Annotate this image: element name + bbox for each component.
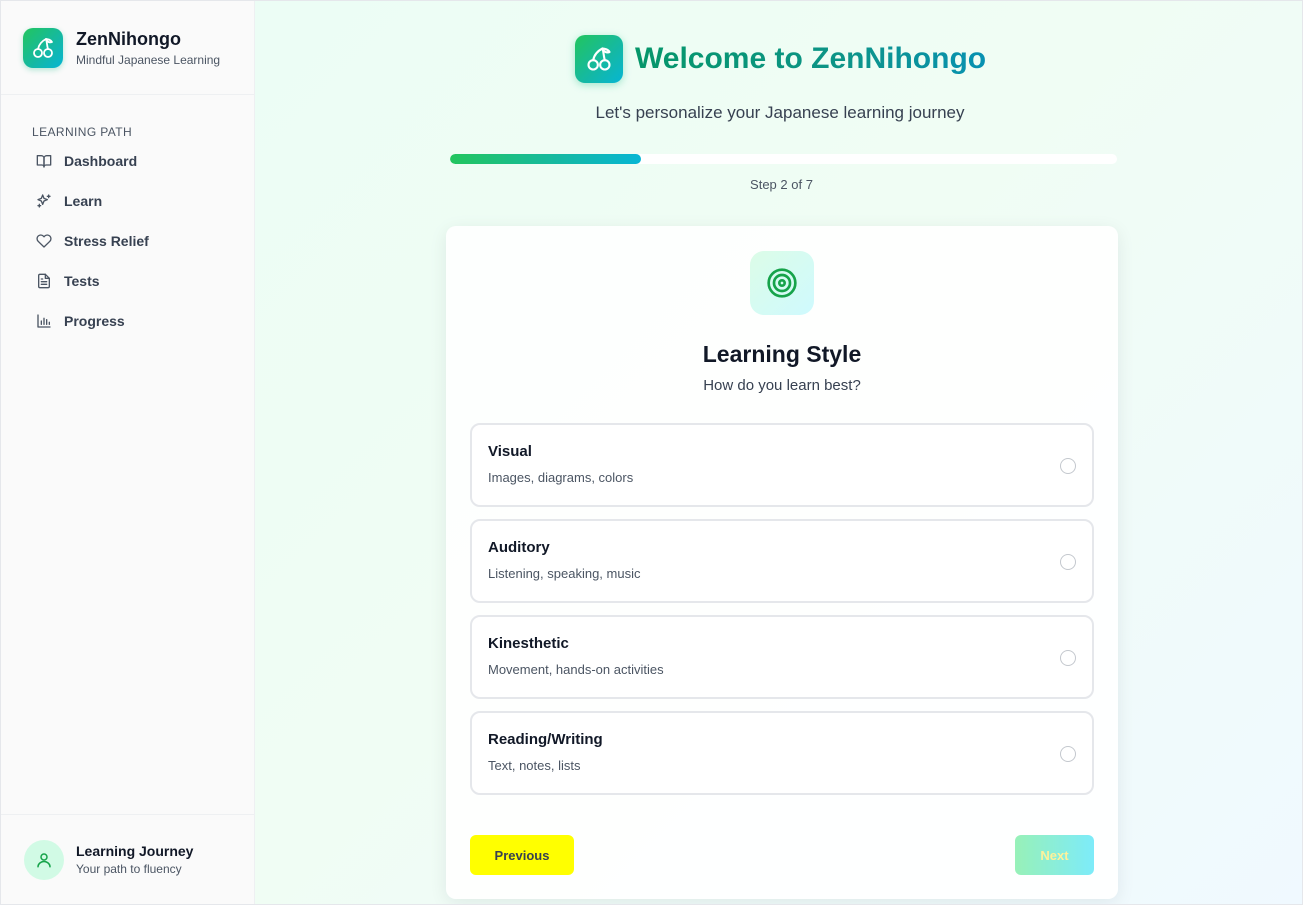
- sidebar-item-tests[interactable]: Tests: [1, 261, 254, 301]
- sidebar-nav: Dashboard Learn Stress Relief Tests Prog…: [1, 141, 254, 341]
- option-visual[interactable]: Visual Images, diagrams, colors: [470, 423, 1094, 507]
- sidebar-item-label: Dashboard: [64, 153, 138, 169]
- target-icon: [750, 251, 814, 315]
- page-title: Welcome to ZenNihongo: [635, 42, 987, 75]
- question-card: Learning Style How do you learn best? Vi…: [446, 226, 1118, 899]
- question-text: How do you learn best?: [703, 377, 861, 394]
- sidebar-item-label: Learn: [64, 193, 103, 209]
- main-content: Welcome to ZenNihongo Let's personalize …: [255, 1, 1302, 904]
- radio-button[interactable]: [1060, 554, 1076, 570]
- heart-icon: [36, 233, 52, 249]
- app-window: ZenNihongo Mindful Japanese Learning LEA…: [0, 0, 1303, 905]
- option-title: Auditory: [488, 539, 550, 556]
- file-text-icon: [36, 273, 52, 289]
- options-list: Visual Images, diagrams, colors Auditory…: [470, 423, 1094, 807]
- option-kinesthetic[interactable]: Kinesthetic Movement, hands-on activitie…: [470, 615, 1094, 699]
- option-title: Visual: [488, 443, 532, 460]
- radio-button[interactable]: [1060, 458, 1076, 474]
- brand-header: ZenNihongo Mindful Japanese Learning: [1, 1, 254, 95]
- sidebar: ZenNihongo Mindful Japanese Learning LEA…: [1, 1, 255, 904]
- previous-button[interactable]: Previous: [470, 835, 574, 875]
- option-description: Listening, speaking, music: [488, 566, 641, 581]
- sparkles-icon: [36, 193, 52, 209]
- book-open-icon: [36, 153, 52, 169]
- option-description: Images, diagrams, colors: [488, 470, 634, 485]
- section-label: LEARNING PATH: [32, 125, 133, 139]
- sidebar-item-progress[interactable]: Progress: [1, 301, 254, 341]
- welcome-header: Welcome to ZenNihongo: [575, 35, 986, 83]
- user-icon: [24, 839, 64, 880]
- option-description: Text, notes, lists: [488, 758, 581, 773]
- question-title: Learning Style: [702, 341, 862, 367]
- footer-subtitle: Your path to fluency: [76, 862, 182, 876]
- brand-subtitle: Mindful Japanese Learning: [76, 53, 221, 67]
- option-auditory[interactable]: Auditory Listening, speaking, music: [470, 519, 1094, 603]
- option-reading-writing[interactable]: Reading/Writing Text, notes, lists: [470, 711, 1094, 795]
- option-title: Kinesthetic: [488, 635, 569, 652]
- progress-bar: [450, 154, 1117, 164]
- sidebar-item-label: Tests: [64, 273, 100, 289]
- option-title: Reading/Writing: [488, 731, 603, 748]
- radio-button[interactable]: [1060, 650, 1076, 666]
- sidebar-item-label: Progress: [64, 313, 125, 329]
- page-subtitle: Let's personalize your Japanese learning…: [595, 103, 965, 122]
- brand-title: ZenNihongo: [76, 29, 181, 49]
- progress-fill: [450, 154, 641, 164]
- sidebar-item-learn[interactable]: Learn: [1, 181, 254, 221]
- sidebar-item-label: Stress Relief: [64, 233, 149, 249]
- option-description: Movement, hands-on activities: [488, 662, 664, 677]
- sidebar-footer: Learning Journey Your path to fluency: [1, 814, 254, 904]
- bar-chart-icon: [36, 313, 52, 329]
- cherry-icon: [23, 27, 63, 68]
- step-indicator: Step 2 of 7: [750, 177, 813, 192]
- radio-button[interactable]: [1060, 746, 1076, 762]
- next-button[interactable]: Next: [1015, 835, 1094, 875]
- sidebar-item-dashboard[interactable]: Dashboard: [1, 141, 254, 181]
- footer-title: Learning Journey: [76, 843, 194, 859]
- sidebar-item-stress-relief[interactable]: Stress Relief: [1, 221, 254, 261]
- cherry-icon: [575, 35, 623, 83]
